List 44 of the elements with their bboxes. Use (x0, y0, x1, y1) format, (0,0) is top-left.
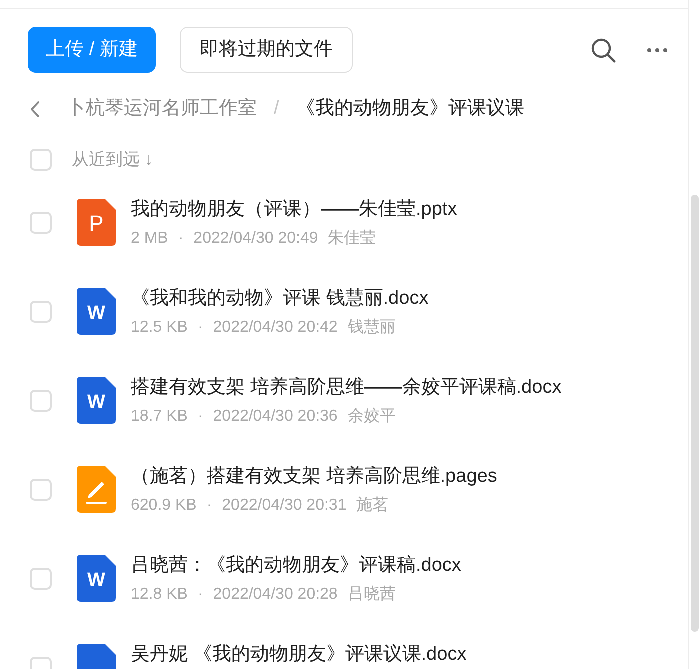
owner-name: 朱佳莹 (328, 228, 376, 249)
owner-name: 钱慧丽 (348, 318, 396, 338)
modified-time: 2022/04/30 20:49 (194, 229, 318, 249)
file-size: 12.5 KB (131, 318, 188, 338)
breadcrumb-separator: / (274, 96, 280, 121)
meta-separator: · (198, 407, 204, 427)
file-size: 18.7 KB (131, 407, 188, 427)
checkbox[interactable] (30, 149, 52, 171)
file-name[interactable]: 吴丹妮 《我的动物朋友》评课议课.docx (131, 643, 467, 667)
meta-separator: · (198, 585, 204, 605)
owner-name: 吕晓茜 (348, 584, 396, 605)
document-file-icon: W (77, 555, 116, 602)
file-size: 2 MB (131, 229, 168, 249)
meta-separator: · (206, 496, 212, 516)
checkbox[interactable] (30, 212, 52, 234)
file-size: 620.9 KB (131, 496, 197, 516)
file-name[interactable]: 吕晓茜：《我的动物朋友》评课稿.docx (131, 554, 462, 578)
pen-file-icon (77, 466, 116, 513)
file-name[interactable]: 搭建有效支架 培养高阶思维——余姣平评课稿.docx (131, 376, 562, 400)
document-file-icon: W (77, 377, 116, 424)
document-file-icon: W (77, 288, 116, 335)
more-icon[interactable] (647, 48, 668, 52)
modified-time: 2022/04/30 20:31 (222, 496, 347, 516)
expiring-files-button[interactable]: 即将过期的文件 (180, 27, 353, 73)
checkbox[interactable] (30, 390, 52, 412)
meta-separator: · (198, 318, 204, 338)
modified-time: 2022/04/30 20:28 (213, 585, 338, 605)
checkbox[interactable] (30, 568, 52, 590)
owner-name: 施茗 (356, 496, 389, 516)
breadcrumb-current: 《我的动物朋友》评课议课 (296, 96, 524, 121)
checkbox[interactable] (30, 300, 52, 322)
owner-name: 余姣平 (348, 406, 396, 427)
file-name[interactable]: 《我和我的动物》评课 钱慧丽.docx (131, 287, 429, 311)
file-size: 12.8 KB (131, 585, 188, 605)
file-name[interactable]: （施茗）搭建有效支架 培养高阶思维.pages (131, 465, 498, 489)
scrollbar-thumb[interactable] (691, 195, 699, 632)
meta-separator: · (178, 229, 184, 249)
search-icon[interactable] (591, 38, 616, 62)
modified-time: 2022/04/30 20:36 (213, 407, 338, 427)
file-name[interactable]: 我的动物朋友（评课）——朱佳莹.pptx (131, 198, 458, 222)
presentation-file-icon: P (77, 199, 116, 246)
modified-time: 2022/04/30 20:42 (213, 318, 338, 338)
back-chevron-icon[interactable] (30, 100, 40, 118)
checkbox[interactable] (30, 478, 52, 500)
